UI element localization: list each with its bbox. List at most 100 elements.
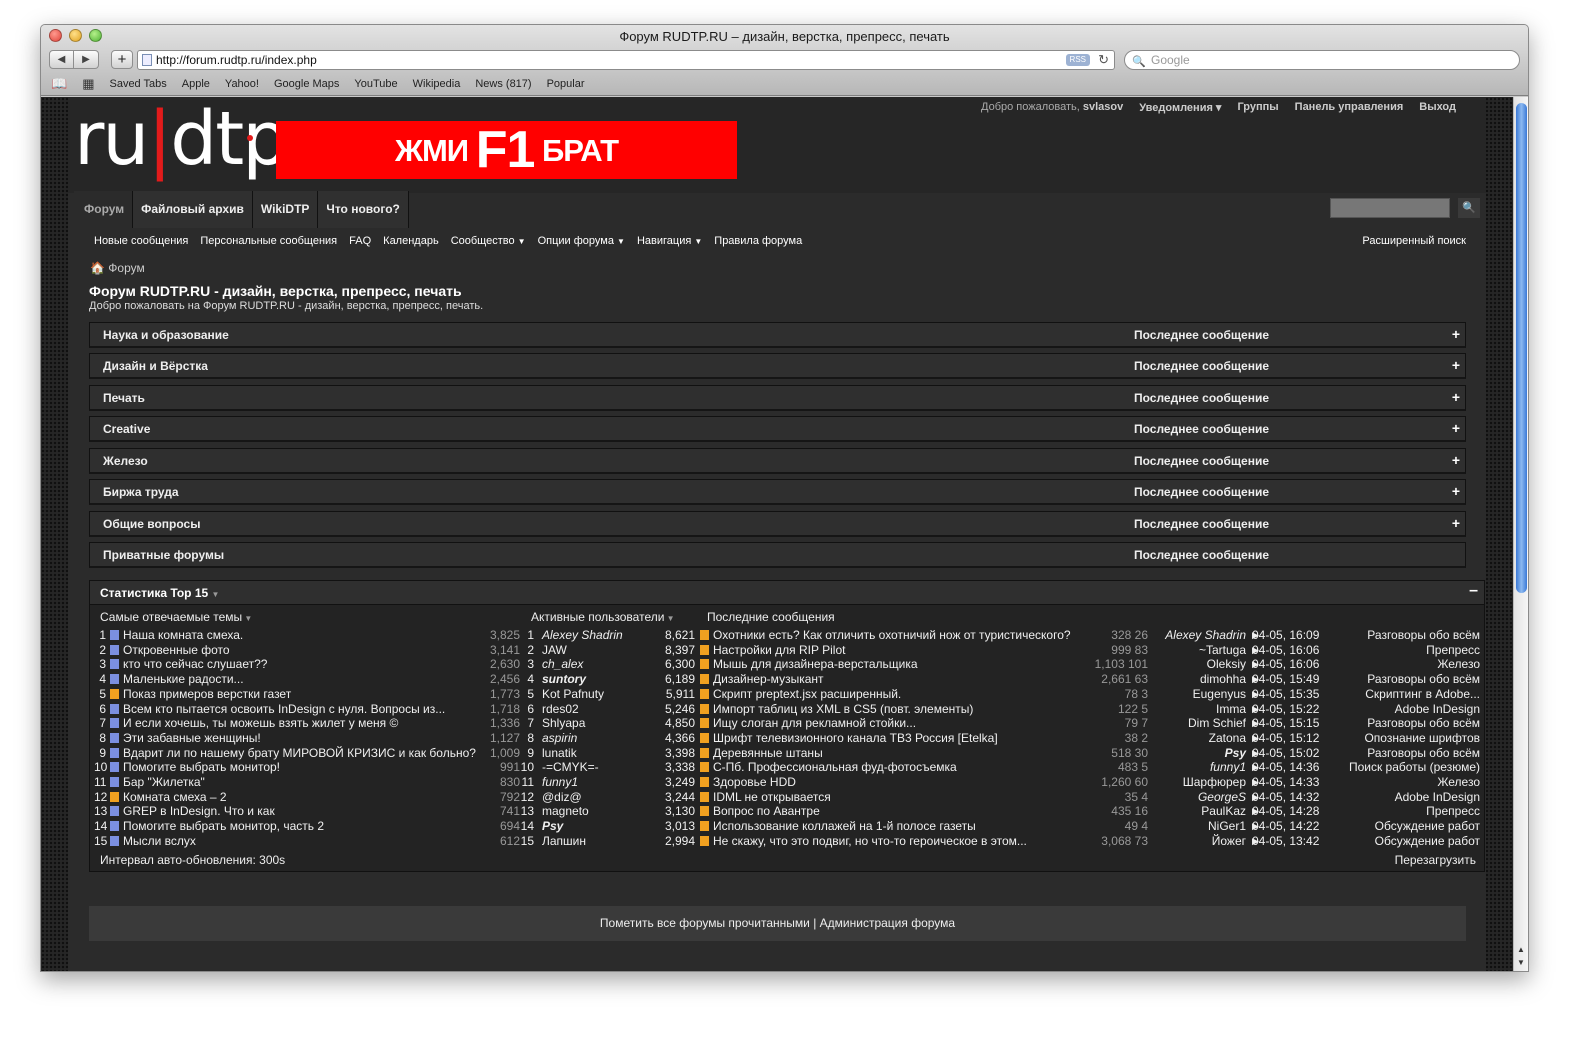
- add-bookmark-button[interactable]: +: [111, 50, 133, 69]
- recent-forum-link[interactable]: Обсуждение работ: [1340, 819, 1480, 834]
- user-link[interactable]: Shlyapa: [542, 716, 585, 731]
- recent-topic-link[interactable]: Не скажу, что это подвиг, но что-то геро…: [700, 834, 1027, 849]
- recent-forum-link[interactable]: Разговоры обо всём: [1340, 746, 1480, 761]
- recent-user-link[interactable]: PaulKaz: [1150, 804, 1246, 819]
- bookmark-apple[interactable]: Apple: [182, 78, 210, 90]
- user-link[interactable]: ch_alex: [542, 657, 583, 672]
- bookmark-google-maps[interactable]: Google Maps: [274, 78, 339, 90]
- back-button[interactable]: ◀: [49, 50, 74, 69]
- user-link[interactable]: lunatik: [542, 746, 577, 761]
- recent-user-link[interactable]: Йожег: [1150, 834, 1246, 849]
- recent-topic-link[interactable]: IDML не открывается: [700, 790, 831, 805]
- subnav-community[interactable]: Сообщество ▼: [451, 235, 526, 247]
- logout-link[interactable]: Выход: [1419, 101, 1456, 114]
- bookmark-news[interactable]: News (817): [475, 78, 531, 90]
- topic-link[interactable]: Наша комната смеха.: [110, 628, 243, 643]
- notifications-menu[interactable]: Уведомления ▾: [1139, 101, 1221, 114]
- subnav-forum-options[interactable]: Опции форума ▼: [538, 235, 625, 247]
- bookmark-saved-tabs[interactable]: Saved Tabs: [109, 78, 166, 90]
- subnav-new-posts[interactable]: Новые сообщения: [94, 235, 188, 247]
- topic-link[interactable]: Помогите выбрать монитор!: [110, 760, 280, 775]
- recent-topic-link[interactable]: Охотники есть? Как отличить охотничий но…: [700, 628, 1071, 643]
- category-jobs[interactable]: Биржа труда Последнее сообщение +: [89, 479, 1466, 505]
- search-button[interactable]: 🔍: [1458, 198, 1480, 218]
- site-logo[interactable]: ru|dtp: [74, 99, 289, 179]
- bookmark-youtube[interactable]: YouTube: [354, 78, 397, 90]
- recent-forum-link[interactable]: Опознание шрифтов: [1340, 731, 1480, 746]
- ad-banner[interactable]: ЖМИ F1 БРАТ: [276, 121, 737, 179]
- expand-icon[interactable]: +: [1452, 452, 1460, 468]
- collapse-icon[interactable]: –: [1469, 582, 1478, 600]
- recent-user-link[interactable]: funny1: [1150, 760, 1246, 775]
- administration-link[interactable]: Администрация форума: [820, 916, 955, 930]
- expand-icon[interactable]: +: [1452, 420, 1460, 436]
- mark-all-read-link[interactable]: Пометить все форумы прочитанными: [600, 916, 810, 930]
- recent-forum-link[interactable]: Скриптинг в Adobe...: [1340, 687, 1480, 702]
- category-private[interactable]: Приватные форумы Последнее сообщение: [89, 542, 1466, 568]
- user-link[interactable]: rdes02: [542, 702, 579, 717]
- topic-link[interactable]: Комната смеха – 2: [110, 790, 227, 805]
- recent-user-link[interactable]: dimohha: [1150, 672, 1246, 687]
- recent-topic-link[interactable]: Вопрос по Авантре: [700, 804, 820, 819]
- user-link[interactable]: suntory: [542, 672, 586, 687]
- groups-link[interactable]: Группы: [1237, 101, 1278, 114]
- user-link[interactable]: Psy: [542, 819, 563, 834]
- recent-topic-link[interactable]: Ищу слоган для рекламной стойки...: [700, 716, 916, 731]
- recent-topic-link[interactable]: Шрифт телевизионного канала ТВ3 Россия […: [700, 731, 998, 746]
- topic-link[interactable]: Бар "Жилетка": [110, 775, 205, 790]
- recent-forum-link[interactable]: Разговоры обо всём: [1340, 672, 1480, 687]
- recent-forum-link[interactable]: Adobe InDesign: [1340, 702, 1480, 717]
- topic-link[interactable]: Откровенные фото: [110, 643, 230, 658]
- topic-link[interactable]: кто что сейчас слушает??: [110, 657, 267, 672]
- bookmark-wikipedia[interactable]: Wikipedia: [413, 78, 461, 90]
- subnav-calendar[interactable]: Календарь: [383, 235, 439, 247]
- user-link[interactable]: @diz@: [542, 790, 582, 805]
- home-icon[interactable]: 🏠: [90, 261, 105, 275]
- reload-icon[interactable]: ↻: [1098, 51, 1109, 69]
- topic-link[interactable]: Маленькие радости...: [110, 672, 244, 687]
- user-link[interactable]: funny1: [542, 775, 578, 790]
- subnav-faq[interactable]: FAQ: [349, 235, 371, 247]
- user-link[interactable]: Kot Pafnuty: [542, 687, 604, 702]
- tab-wikidtp[interactable]: WikiDTP: [252, 191, 319, 228]
- recent-topic-link[interactable]: Здоровье HDD: [700, 775, 796, 790]
- vertical-scrollbar[interactable]: ▲ ▼: [1513, 97, 1528, 971]
- topic-link[interactable]: Эти забавные женщины!: [110, 731, 261, 746]
- recent-topic-link[interactable]: С-Пб. Профессиональная фуд-фотосъемка: [700, 760, 957, 775]
- recent-user-link[interactable]: ~Tartuga: [1150, 643, 1246, 658]
- col-header-users[interactable]: Активные пользователи ▼: [531, 610, 675, 624]
- topic-link[interactable]: Мысли вслух: [110, 834, 196, 849]
- recent-user-link[interactable]: Dim Schief: [1150, 716, 1246, 731]
- book-icon[interactable]: 📖: [51, 76, 67, 92]
- recent-topic-link[interactable]: Дизайнер-музыкант: [700, 672, 824, 687]
- address-bar[interactable]: http://forum.rudtp.ru/index.php RSS ↻: [137, 50, 1115, 70]
- rss-button[interactable]: RSS: [1065, 54, 1090, 66]
- recent-forum-link[interactable]: Поиск работы (резюме): [1340, 760, 1480, 775]
- recent-user-link[interactable]: Imma: [1150, 702, 1246, 717]
- subnav-navigation[interactable]: Навигация ▼: [637, 235, 702, 247]
- recent-forum-link[interactable]: Обсуждение работ: [1340, 834, 1480, 849]
- expand-icon[interactable]: +: [1452, 483, 1460, 499]
- advanced-search-link[interactable]: Расширенный поиск: [1362, 235, 1466, 247]
- recent-user-link[interactable]: Zatona: [1150, 731, 1246, 746]
- forward-button[interactable]: ▶: [74, 50, 99, 69]
- scroll-down-arrow[interactable]: ▼: [1517, 958, 1525, 967]
- recent-topic-link[interactable]: Настройки для RIP Pilot: [700, 643, 845, 658]
- subnav-private-messages[interactable]: Персональные сообщения: [200, 235, 337, 247]
- stats-title[interactable]: Статистика Top 15 ▼: [100, 586, 219, 600]
- recent-forum-link[interactable]: Железо: [1340, 657, 1480, 672]
- recent-topic-link[interactable]: Мышь для дизайнера-верстальщика: [700, 657, 918, 672]
- expand-icon[interactable]: +: [1452, 389, 1460, 405]
- username-link[interactable]: svlasov: [1083, 101, 1123, 113]
- subnav-forum-rules[interactable]: Правила форума: [714, 235, 802, 247]
- recent-user-link[interactable]: Шарфюрер: [1150, 775, 1246, 790]
- category-creative[interactable]: Creative Последнее сообщение +: [89, 416, 1466, 442]
- recent-user-link[interactable]: GeorgeS: [1150, 790, 1246, 805]
- recent-user-link[interactable]: Eugenyus: [1150, 687, 1246, 702]
- topic-link[interactable]: Показ примеров верстки газет: [110, 687, 291, 702]
- user-link[interactable]: JAW: [542, 643, 567, 658]
- google-search-field[interactable]: 🔍 Google: [1124, 50, 1520, 70]
- breadcrumb-forum[interactable]: Форум: [108, 261, 144, 275]
- topic-link[interactable]: Помогите выбрать монитор, часть 2: [110, 819, 324, 834]
- category-design[interactable]: Дизайн и Вёрстка Последнее сообщение +: [89, 353, 1466, 379]
